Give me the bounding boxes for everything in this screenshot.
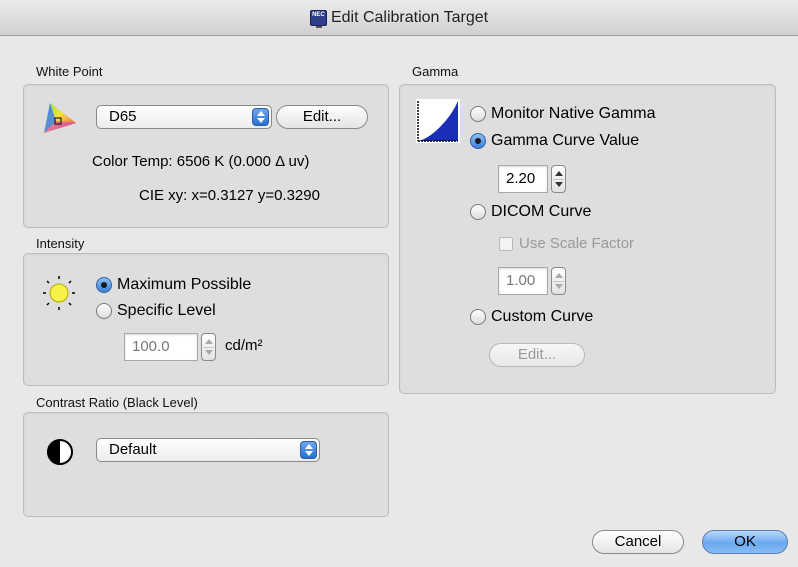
contrast-group: Default — [23, 412, 389, 517]
edit-calibration-target-dialog: NEC Edit Calibration Target White Point … — [0, 0, 798, 567]
ok-button[interactable]: OK — [702, 530, 788, 554]
intensity-specific-label: Specific Level — [117, 302, 216, 319]
intensity-max-radio[interactable] — [96, 277, 112, 293]
custom-curve-edit-button[interactable]: Edit... — [489, 343, 585, 367]
contrast-icon — [47, 439, 73, 465]
gamma-custom-radio[interactable] — [470, 309, 486, 325]
scale-factor-field[interactable]: 1.00 — [498, 267, 548, 295]
gamma-group: Monitor Native Gamma Gamma Curve Value 2… — [399, 84, 776, 394]
gamma-curve-value-option[interactable]: Gamma Curve Value — [470, 132, 639, 150]
nec-app-icon: NEC — [309, 9, 327, 28]
select-arrows-icon — [300, 441, 317, 459]
select-arrows-icon — [252, 108, 269, 126]
title-wrap: NEC Edit Calibration Target — [309, 8, 489, 28]
gamma-value-stepper[interactable] — [551, 165, 566, 193]
window-title: Edit Calibration Target — [330, 8, 489, 26]
intensity-specific-radio[interactable] — [96, 303, 112, 319]
stepper-divider — [553, 179, 564, 180]
color-gamut-icon — [44, 103, 76, 133]
gamma-dicom-label: DICOM Curve — [491, 203, 592, 220]
gamma-curve-value-radio[interactable] — [470, 133, 486, 149]
contrast-select-value: Default — [109, 441, 157, 458]
gamma-native-radio[interactable] — [470, 106, 486, 122]
gamma-label: Gamma — [412, 64, 459, 79]
scale-factor-stepper[interactable] — [551, 267, 566, 295]
cie-xy-text: CIE xy: x=0.3127 y=0.3290 — [139, 187, 320, 204]
stepper-divider — [553, 281, 564, 282]
white-point-select-value: D65 — [109, 108, 137, 125]
gamma-custom-option[interactable]: Custom Curve — [470, 308, 593, 326]
white-point-edit-button[interactable]: Edit... — [276, 105, 368, 129]
brightness-sun-icon — [43, 276, 75, 310]
gamma-curve-icon — [416, 99, 460, 143]
intensity-max-label: Maximum Possible — [117, 276, 252, 293]
gamma-curve-value-label: Gamma Curve Value — [491, 132, 640, 149]
title-bar[interactable]: NEC Edit Calibration Target — [0, 0, 798, 36]
color-temp-text: Color Temp: 6506 K (0.000 Δ uv) — [92, 153, 310, 170]
use-scale-factor-label: Use Scale Factor — [519, 235, 635, 252]
gamma-custom-label: Custom Curve — [491, 308, 594, 325]
gamma-value-field[interactable]: 2.20 — [498, 165, 548, 193]
gamma-dicom-option[interactable]: DICOM Curve — [470, 203, 591, 221]
contrast-label: Contrast Ratio (Black Level) — [36, 395, 198, 410]
white-point-group: D65 Edit... Color Temp: 6506 K (0.000 Δ … — [23, 84, 389, 228]
gamma-native-label: Monitor Native Gamma — [491, 105, 656, 122]
white-point-label: White Point — [36, 64, 103, 79]
use-scale-factor-option[interactable]: Use Scale Factor — [499, 235, 634, 252]
stepper-divider — [203, 347, 214, 348]
intensity-specific-option[interactable]: Specific Level — [96, 302, 216, 320]
use-scale-factor-checkbox[interactable] — [499, 236, 513, 251]
intensity-unit: cd/m² — [225, 337, 263, 354]
gamma-dicom-radio[interactable] — [470, 204, 486, 220]
contrast-select[interactable]: Default — [96, 438, 320, 462]
white-point-select[interactable]: D65 — [96, 105, 272, 129]
gamma-native-option[interactable]: Monitor Native Gamma — [470, 105, 656, 123]
intensity-max-option[interactable]: Maximum Possible — [96, 276, 251, 294]
intensity-level-field[interactable]: 100.0 — [124, 333, 198, 361]
intensity-label: Intensity — [36, 236, 85, 251]
intensity-level-stepper[interactable] — [201, 333, 216, 361]
intensity-group: Maximum Possible Specific Level 100.0 cd… — [23, 253, 389, 386]
cancel-button[interactable]: Cancel — [592, 530, 684, 554]
